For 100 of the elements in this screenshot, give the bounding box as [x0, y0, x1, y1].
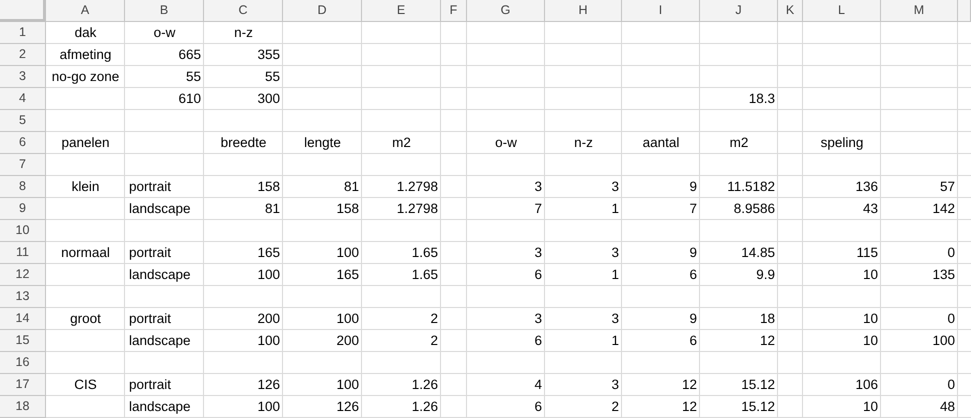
table-cell-text: 0 — [946, 244, 956, 262]
column-header[interactable]: I — [622, 0, 700, 22]
column-header[interactable]: A — [46, 0, 125, 22]
column-header[interactable]: E — [362, 0, 441, 22]
table-cell-text: 12 — [680, 376, 698, 394]
table-cell-text: landscape — [128, 200, 192, 218]
table-cell-text: 126 — [335, 398, 360, 416]
table-cell-text: 0 — [946, 310, 956, 328]
table-cell-text: 165 — [256, 244, 281, 262]
table-cell-text: 9 — [688, 310, 698, 328]
table-cell-text: landscape — [128, 266, 192, 284]
table-cell-text: groot — [69, 310, 102, 328]
table-cell-text: 6 — [533, 332, 543, 350]
row-header[interactable]: 10 — [0, 220, 46, 242]
table-cell-text: 100 — [335, 244, 360, 262]
table-cell-text: n-z — [573, 134, 594, 152]
column-header[interactable]: G — [467, 0, 545, 22]
table-cell-text: 55 — [184, 68, 202, 86]
table-cell-text: m2 — [728, 134, 750, 152]
table-cell-text: 1 — [610, 200, 620, 218]
table-cell-text: 10 — [862, 310, 879, 328]
table-cell-text: 43 — [862, 200, 879, 218]
table-cell-text: afmeting — [58, 46, 112, 64]
column-header[interactable]: B — [125, 0, 204, 22]
table-cell-text: 2 — [610, 398, 620, 416]
table-cell-text: 2 — [429, 310, 439, 328]
table-cell-text: 100 — [256, 398, 281, 416]
row-header[interactable]: 7 — [0, 154, 46, 176]
column-header[interactable]: D — [283, 0, 362, 22]
table-cell-text: 81 — [342, 178, 360, 196]
table-cell-text: 4 — [533, 376, 543, 394]
column-header[interactable]: M — [881, 0, 958, 22]
table-cell-text: 9 — [688, 178, 698, 196]
table-cell-text: 100 — [256, 332, 281, 350]
table-cell-text: 100 — [256, 266, 281, 284]
row-header[interactable]: 9 — [0, 198, 46, 220]
row-header[interactable]: 3 — [0, 66, 46, 88]
table-cell-text: lengte — [303, 134, 342, 152]
row-header[interactable]: 17 — [0, 374, 46, 396]
table-cell-text: 48 — [938, 398, 956, 416]
row-header[interactable]: 1 — [0, 22, 46, 44]
column-header[interactable]: H — [545, 0, 622, 22]
table-cell-text: 1 — [610, 266, 620, 284]
row-header[interactable]: 13 — [0, 286, 46, 308]
row-header[interactable]: 4 — [0, 88, 46, 110]
table-cell-text: 126 — [256, 376, 281, 394]
table-cell-text: 3 — [610, 178, 620, 196]
table-cell-text: 12 — [758, 332, 776, 350]
table-cell-text: panelen — [60, 134, 111, 152]
column-header[interactable]: J — [700, 0, 778, 22]
table-cell-text: 6 — [533, 266, 543, 284]
table-cell-text: no-go zone — [50, 68, 120, 86]
table-cell-text: 6 — [688, 332, 698, 350]
row-header[interactable]: 8 — [0, 176, 46, 198]
table-cell-text: 8.9586 — [732, 200, 776, 218]
table-cell-text: 158 — [256, 178, 281, 196]
table-cell-text: 1.65 — [410, 266, 439, 284]
table-cell-text: 0 — [946, 376, 956, 394]
column-header[interactable]: F — [441, 0, 467, 22]
table-cell-text: klein — [70, 178, 100, 196]
table-cell-text: 3 — [533, 310, 543, 328]
column-header[interactable]: C — [204, 0, 283, 22]
row-header[interactable]: 11 — [0, 242, 46, 264]
table-cell-text: 1 — [610, 332, 620, 350]
table-cell-text: o-w — [152, 24, 176, 42]
table-cell-text: 135 — [931, 266, 956, 284]
column-header[interactable]: K — [778, 0, 803, 22]
row-header[interactable]: 18 — [0, 396, 46, 418]
row-header[interactable]: 2 — [0, 44, 46, 66]
table-cell-text: portrait — [128, 310, 172, 328]
row-header[interactable]: 14 — [0, 308, 46, 330]
table-cell-text: 10 — [862, 398, 879, 416]
table-cell-text: 11.5182 — [726, 178, 776, 196]
table-cell-text: 3 — [610, 244, 620, 262]
table-cell-text: normaal — [60, 244, 111, 262]
column-header[interactable] — [958, 0, 971, 22]
table-cell-text: o-w — [494, 134, 518, 152]
table-cell-text: landscape — [128, 398, 192, 416]
row-header[interactable]: 5 — [0, 110, 46, 132]
row-header[interactable]: 12 — [0, 264, 46, 286]
table-cell-text: 81 — [264, 200, 281, 218]
table-cell-text: 610 — [177, 90, 202, 108]
row-header[interactable]: 15 — [0, 330, 46, 352]
row-header[interactable]: 6 — [0, 132, 46, 154]
table-cell-text: 6 — [533, 398, 543, 416]
row-header[interactable]: 16 — [0, 352, 46, 374]
table-cell-text: 7 — [533, 200, 543, 218]
select-all-corner[interactable] — [0, 0, 46, 22]
table-cell-text: 1.65 — [410, 244, 439, 262]
table-cell-text: 9.9 — [755, 266, 776, 284]
table-cell-text: 165 — [335, 266, 360, 284]
table-cell-text: portrait — [128, 178, 172, 196]
table-cell-text: breedte — [220, 134, 268, 152]
table-cell-text: 14.85 — [740, 244, 776, 262]
table-cell-text: 3 — [610, 310, 620, 328]
table-cell-text: portrait — [128, 244, 172, 262]
table-cell-text: 1.2798 — [396, 178, 439, 196]
column-header[interactable]: L — [803, 0, 881, 22]
table-cell-text: 100 — [335, 376, 360, 394]
table-cell-text: 100 — [931, 332, 956, 350]
